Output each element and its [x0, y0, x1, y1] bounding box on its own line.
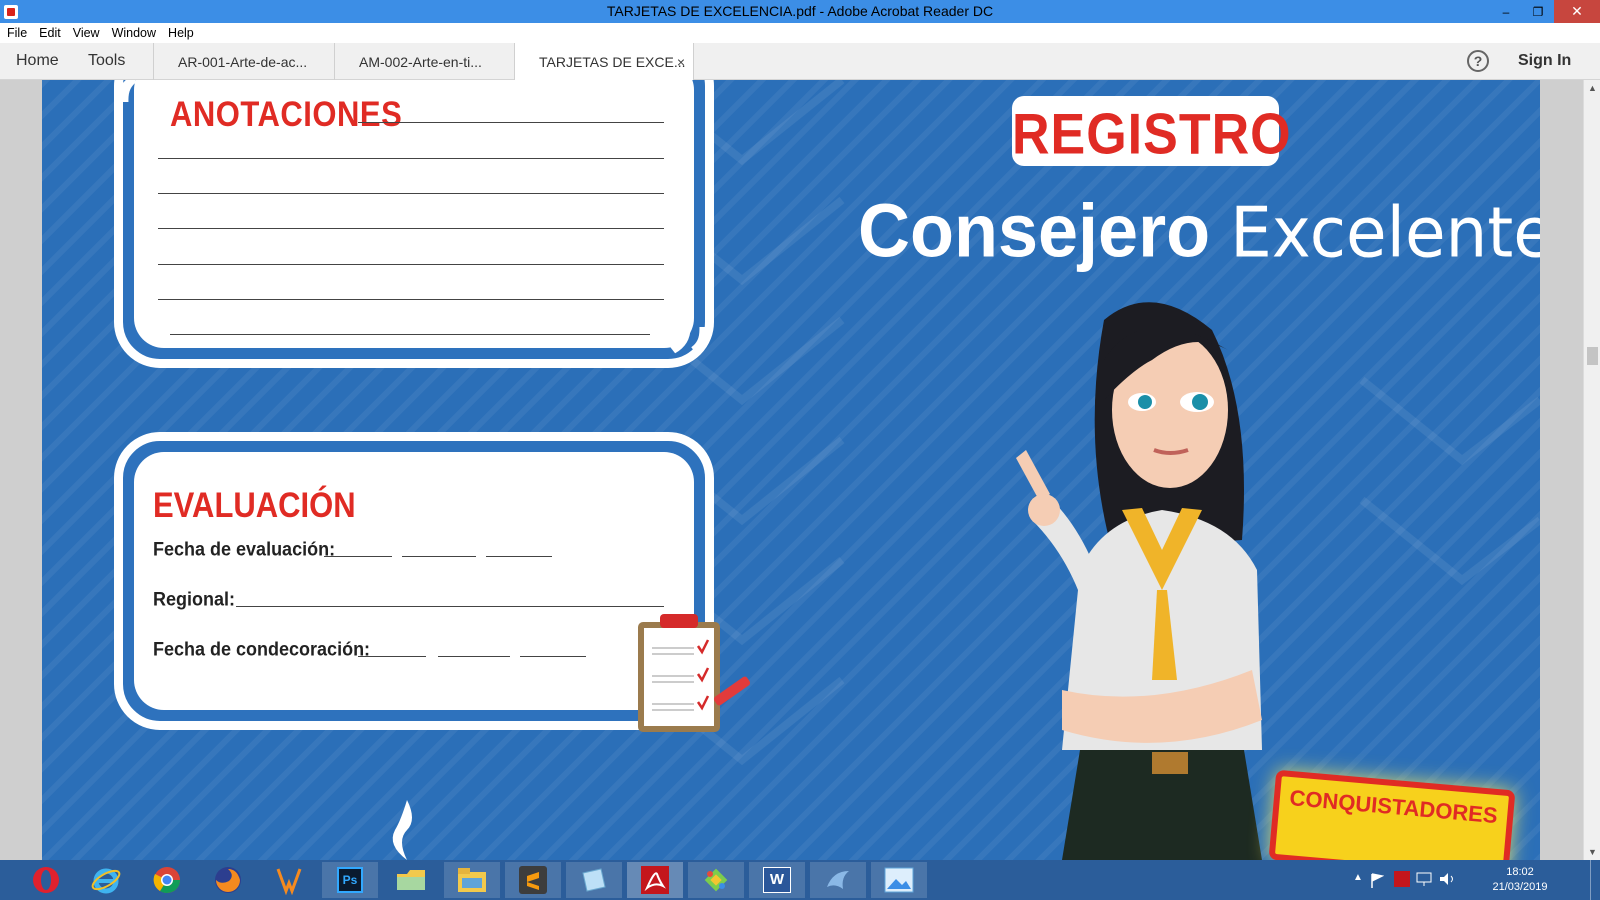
folder-icon[interactable] [383, 862, 439, 898]
clock-time: 18:02 [1506, 866, 1534, 878]
window-title: TARJETAS DE EXCELENCIA.pdf - Adobe Acrob… [606, 3, 994, 19]
annotation-line[interactable] [158, 299, 664, 300]
sign-in-button[interactable]: Sign In [1518, 52, 1571, 70]
windows-taskbar: Ps W ▲ 18:02 21/03/2019 [0, 860, 1600, 900]
regional-label: Regional: [153, 588, 236, 610]
clipboard-icon [638, 614, 751, 732]
opera-icon[interactable] [18, 862, 74, 898]
paint-icon[interactable] [688, 862, 744, 898]
tools-tab[interactable]: Tools [88, 52, 125, 70]
dolphin-icon[interactable] [810, 862, 866, 898]
photoshop-label: Ps [337, 867, 363, 893]
window-controls: – ❐ ✕ [1490, 0, 1600, 23]
tab-label: TARJETAS DE EXCE... [539, 53, 686, 70]
consejero-bold-text: Consejero [858, 189, 1211, 274]
restore-button[interactable]: ❐ [1522, 0, 1554, 23]
annotation-line[interactable] [158, 193, 664, 194]
tab-label: AR-001-Arte-de-ac... [178, 53, 308, 70]
registro-title: REGISTRO [1012, 103, 1292, 167]
home-tab[interactable]: Home [16, 52, 59, 70]
file-explorer-icon[interactable] [444, 862, 500, 898]
clock[interactable]: 18:02 21/03/2019 [1480, 865, 1560, 895]
firefox-icon[interactable] [200, 862, 256, 898]
consejero-excelente-heading: Consejero Excelente [858, 188, 1540, 274]
minimize-button[interactable]: – [1490, 0, 1522, 23]
scroll-up-icon[interactable]: ▲ [1584, 80, 1600, 96]
close-tab-icon[interactable]: × [677, 54, 685, 70]
tab-bar: Home Tools AR-001-Arte-de-ac... AM-002-A… [0, 43, 1600, 80]
anotaciones-title: ANOTACIONES [170, 94, 403, 135]
tray-overflow-icon[interactable]: ▲ [1353, 872, 1363, 883]
date-field-month[interactable] [438, 656, 510, 657]
photoshop-icon[interactable]: Ps [322, 862, 378, 898]
annotation-line[interactable] [358, 122, 664, 123]
internet-explorer-icon[interactable] [78, 862, 134, 898]
tab-label: AM-002-Arte-en-ti... [359, 53, 482, 70]
pdf-page: “ ” ANOTACIONES EVALUACIÓN Fecha de eval… [42, 80, 1540, 860]
evaluacion-title: EVALUACIÓN [153, 485, 356, 526]
annotation-line[interactable] [158, 264, 664, 265]
menu-window[interactable]: Window [112, 26, 156, 40]
help-icon[interactable]: ? [1467, 50, 1489, 72]
menu-edit[interactable]: Edit [39, 26, 61, 40]
regional-field[interactable] [236, 606, 664, 607]
annotation-line[interactable] [158, 158, 664, 159]
close-button[interactable]: ✕ [1554, 0, 1600, 23]
tab-document-1[interactable]: AR-001-Arte-de-ac... [153, 43, 334, 80]
photos-icon[interactable] [871, 862, 927, 898]
open-quote-icon: “ [110, 80, 163, 166]
show-desktop-button[interactable] [1590, 860, 1600, 900]
date-field-month[interactable] [402, 556, 476, 557]
title-bar: TARJETAS DE EXCELENCIA.pdf - Adobe Acrob… [0, 0, 1600, 23]
fecha-condecoracion-label: Fecha de condecoración: [153, 638, 371, 660]
word-icon[interactable]: W [749, 862, 805, 898]
sublime-icon[interactable] [505, 862, 561, 898]
document-viewport[interactable]: “ ” ANOTACIONES EVALUACIÓN Fecha de eval… [0, 80, 1600, 860]
pathfinder-character-illustration [1016, 302, 1262, 860]
scrollbar-thumb[interactable] [1587, 347, 1598, 365]
conquistadores-text: CONQUISTADORES [1288, 785, 1499, 829]
vertical-scrollbar[interactable]: ▲ ▼ [1583, 80, 1600, 860]
menu-help[interactable]: Help [168, 26, 194, 40]
chrome-icon[interactable] [139, 862, 195, 898]
volume-icon[interactable] [1438, 871, 1456, 887]
annotation-line[interactable] [158, 228, 664, 229]
annotation-line[interactable] [170, 334, 650, 335]
acrobat-tray-icon[interactable] [1394, 871, 1410, 887]
notepad-icon[interactable] [566, 862, 622, 898]
date-field-day[interactable] [324, 556, 392, 557]
date-field-year[interactable] [520, 656, 586, 657]
scroll-down-icon[interactable]: ▼ [1584, 844, 1600, 860]
menu-view[interactable]: View [73, 26, 100, 40]
word-label: W [763, 867, 791, 893]
date-field-year[interactable] [486, 556, 552, 557]
network-icon[interactable] [1416, 871, 1432, 887]
winamp-icon[interactable] [261, 862, 317, 898]
tab-document-2[interactable]: AM-002-Arte-en-ti... [334, 43, 514, 80]
tab-document-active[interactable]: TARJETAS DE EXCE... × [514, 43, 694, 80]
fecha-evaluacion-label: Fecha de evaluación: [153, 538, 336, 560]
clock-date: 21/03/2019 [1492, 881, 1548, 893]
flag-icon[interactable] [1370, 872, 1384, 888]
menu-file[interactable]: File [7, 26, 27, 40]
date-field-day[interactable] [358, 656, 426, 657]
menu-bar: File Edit View Window Help [0, 23, 1600, 43]
close-quote-icon: ” [666, 308, 719, 416]
flame-logo-icon [392, 800, 412, 860]
acrobat-icon[interactable] [627, 862, 683, 898]
excelente-text: Excelente [1230, 192, 1540, 274]
